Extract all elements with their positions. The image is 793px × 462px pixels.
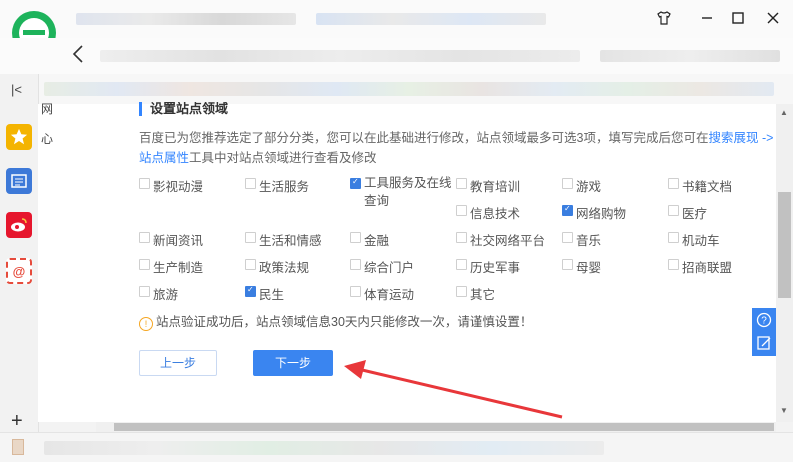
- category-label[interactable]: 历史军事: [470, 257, 520, 276]
- help-icon[interactable]: ?: [756, 312, 772, 331]
- floating-toolbar: ?: [752, 308, 776, 356]
- category-label[interactable]: 网络购物: [576, 203, 626, 222]
- favorites-star-icon[interactable]: [6, 124, 32, 150]
- sidebar-add-icon[interactable]: +: [11, 410, 23, 433]
- title-bar: [0, 0, 793, 38]
- category-checkbox[interactable]: [562, 232, 573, 243]
- category-label[interactable]: 生活服务: [259, 176, 309, 195]
- next-step-button[interactable]: 下一步: [253, 350, 333, 376]
- category-label[interactable]: 音乐: [576, 230, 601, 249]
- reader-icon[interactable]: [6, 168, 32, 194]
- category-label[interactable]: 民生: [259, 284, 284, 303]
- category-label[interactable]: 其它: [470, 284, 495, 303]
- annotation-arrow: [344, 360, 563, 419]
- category-label[interactable]: 新闻资讯: [153, 230, 203, 249]
- page-left-nav: 网 心: [38, 102, 97, 422]
- address-bar-row: [0, 38, 793, 74]
- category-label[interactable]: 金融: [364, 230, 389, 249]
- category-checkbox[interactable]: [456, 259, 467, 270]
- notice-text: ! 站点验证成功后，站点领域信息30天内只能修改一次，请谨慎设置！: [139, 311, 532, 331]
- download-icon[interactable]: [12, 439, 24, 455]
- category-checkbox[interactable]: [245, 259, 256, 270]
- category-checkbox[interactable]: [668, 178, 679, 189]
- browser-sidebar: |< @ +: [0, 74, 39, 461]
- category-label[interactable]: 社交网络平台: [470, 230, 545, 249]
- category-label[interactable]: 生活和情感: [259, 230, 322, 249]
- category-checkbox[interactable]: [139, 286, 150, 297]
- blurred-bookmarks[interactable]: [44, 82, 774, 96]
- weibo-icon[interactable]: [6, 212, 32, 238]
- shirt-icon[interactable]: [651, 6, 677, 30]
- category-label[interactable]: 招商联盟: [682, 257, 732, 276]
- blurred-tab[interactable]: [76, 13, 296, 25]
- mail-icon[interactable]: @: [6, 258, 32, 284]
- category-checkbox[interactable]: [456, 178, 467, 189]
- category-checkbox[interactable]: [350, 259, 361, 270]
- category-checkbox[interactable]: [139, 178, 150, 189]
- category-label[interactable]: 医疗: [682, 203, 707, 222]
- feedback-icon[interactable]: [756, 335, 772, 354]
- category-label[interactable]: 游戏: [576, 176, 601, 195]
- warning-icon: !: [139, 317, 153, 331]
- category-checkbox[interactable]: [668, 259, 679, 270]
- category-label[interactable]: 信息技术: [470, 203, 520, 222]
- bookmarks-bar: [0, 74, 793, 104]
- left-nav-item[interactable]: 网: [41, 100, 53, 117]
- category-label[interactable]: 书籍文档: [682, 176, 732, 195]
- category-checkbox[interactable]: [350, 232, 361, 243]
- maximize-icon[interactable]: [725, 6, 751, 30]
- prev-step-button[interactable]: 上一步: [139, 350, 217, 376]
- category-label[interactable]: 政策法规: [259, 257, 309, 276]
- left-nav-item[interactable]: 心: [41, 130, 53, 147]
- category-label[interactable]: 教育培训: [470, 176, 520, 195]
- blurred-tab[interactable]: [316, 13, 546, 25]
- category-checkbox[interactable]: [139, 259, 150, 270]
- category-label[interactable]: 综合门户: [364, 257, 414, 276]
- category-checkbox[interactable]: [456, 232, 467, 243]
- category-checkbox[interactable]: [350, 177, 361, 189]
- blurred-toolbar[interactable]: [600, 50, 780, 62]
- notice-message: 站点验证成功后，站点领域信息30天内只能修改一次，请谨慎设置！: [156, 315, 533, 329]
- category-label[interactable]: 体育运动: [364, 284, 414, 303]
- category-checkbox[interactable]: [668, 232, 679, 243]
- category-checkbox[interactable]: [456, 205, 467, 216]
- category-checkbox[interactable]: [562, 178, 573, 189]
- intro-text: 百度已为您推荐选定了部分分类，您可以在此基础进行修改，站点领域最多可选3项，填写…: [139, 131, 709, 145]
- vertical-scroll-thumb[interactable]: [778, 192, 791, 298]
- blurred-status: [44, 441, 604, 455]
- horizontal-scroll-thumb[interactable]: [114, 423, 774, 431]
- category-label[interactable]: 旅游: [153, 284, 178, 303]
- section-title: 设置站点领域: [139, 102, 228, 116]
- category-checkbox[interactable]: [668, 205, 679, 216]
- back-icon[interactable]: [72, 44, 84, 70]
- intro-text-suffix: 工具中对站点领域进行查看及修改: [189, 151, 377, 165]
- category-checkbox[interactable]: [456, 286, 467, 297]
- category-label[interactable]: 工具服务及在线查询: [364, 174, 454, 210]
- status-bar: [0, 432, 793, 462]
- category-checkbox[interactable]: [245, 178, 256, 189]
- category-label[interactable]: 母婴: [576, 257, 601, 276]
- category-label[interactable]: 生产制造: [153, 257, 203, 276]
- scroll-down-icon[interactable]: ▼: [780, 406, 788, 415]
- blurred-address[interactable]: [100, 50, 580, 62]
- scroll-up-icon[interactable]: ▲: [780, 108, 788, 117]
- close-icon[interactable]: [760, 6, 786, 30]
- category-label[interactable]: 影视动漫: [153, 176, 203, 195]
- category-checkbox[interactable]: [562, 204, 573, 216]
- category-checkbox[interactable]: [139, 232, 150, 243]
- sidebar-collapse-icon[interactable]: |<: [11, 82, 22, 97]
- category-label[interactable]: 机动车: [682, 230, 720, 249]
- svg-text:?: ?: [761, 316, 767, 327]
- section-intro: 百度已为您推荐选定了部分分类，您可以在此基础进行修改，站点领域最多可选3项，填写…: [139, 128, 779, 168]
- minimize-icon[interactable]: [694, 6, 720, 30]
- category-checkbox[interactable]: [350, 286, 361, 297]
- category-checkbox[interactable]: [562, 259, 573, 270]
- category-checkbox[interactable]: [245, 285, 256, 297]
- category-checkbox[interactable]: [245, 232, 256, 243]
